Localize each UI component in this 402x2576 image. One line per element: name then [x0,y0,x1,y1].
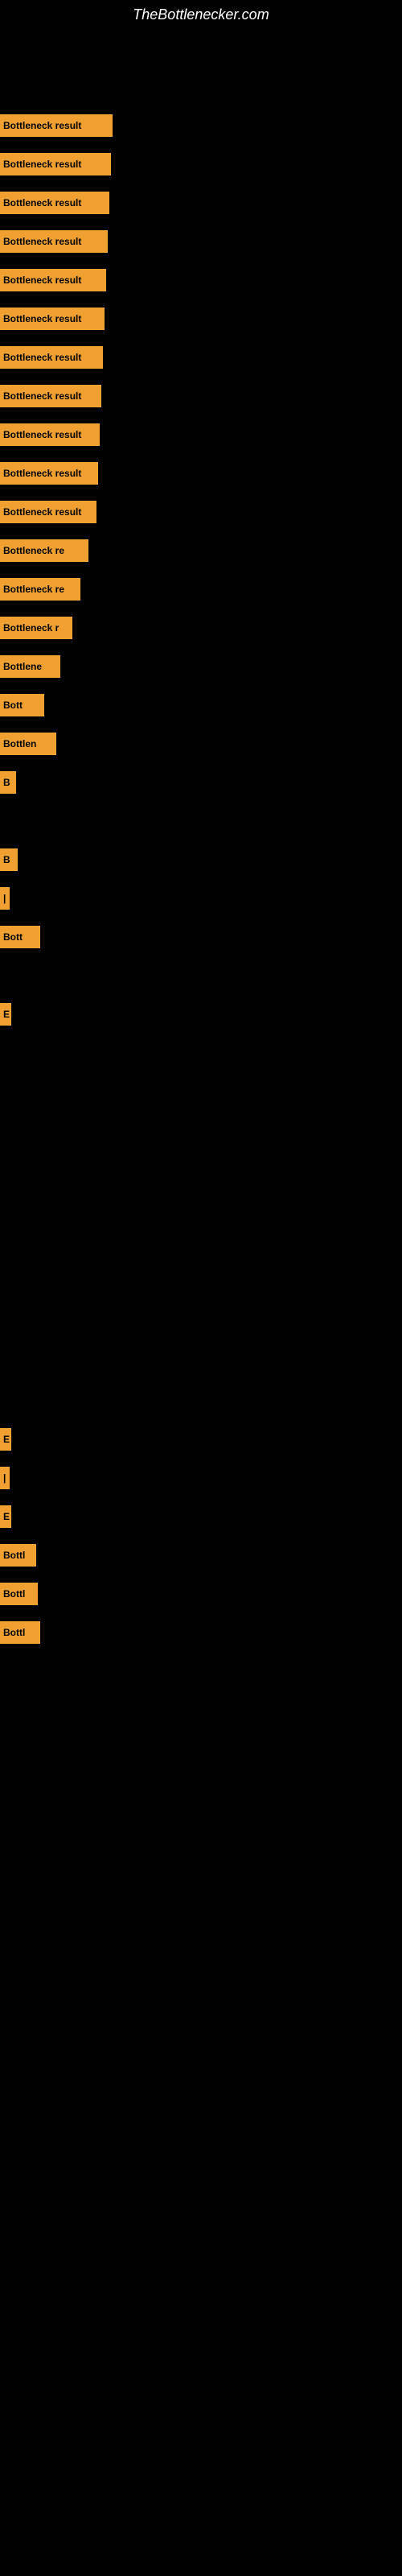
bottleneck-label: | [3,1472,6,1484]
bottleneck-label: Bottleneck r [3,622,59,634]
bottleneck-bar: Bottleneck result [0,346,103,369]
bottleneck-label: Bottl [3,1588,25,1600]
bottleneck-bar: B [0,771,16,794]
bottleneck-label: E [3,1009,10,1020]
bottleneck-label: Bottleneck result [3,275,81,286]
bottleneck-bar: Bottleneck result [0,501,96,523]
bottleneck-label: Bottleneck result [3,159,81,170]
bottleneck-label: Bottleneck result [3,197,81,208]
bottleneck-bar: E [0,1505,11,1528]
bottleneck-label: Bottleneck re [3,545,64,556]
bottleneck-bar: Bottleneck result [0,423,100,446]
bottleneck-bar: Bottleneck result [0,192,109,214]
bottleneck-bar: Bott [0,694,44,716]
bottleneck-label: Bottlene [3,661,42,672]
bottleneck-label: Bottleneck result [3,313,81,324]
bottleneck-label: B [3,854,10,865]
bottleneck-label: Bottleneck result [3,429,81,440]
bottleneck-bar: Bottl [0,1544,36,1567]
bottleneck-label: Bottleneck result [3,120,81,131]
bottleneck-bar: Bottleneck r [0,617,72,639]
bottleneck-label: Bottleneck result [3,390,81,402]
bottleneck-bar: E [0,1428,11,1451]
bottleneck-label: Bottleneck result [3,352,81,363]
bottleneck-bar: | [0,1467,10,1489]
bottleneck-bar: Bottl [0,1621,40,1644]
bottleneck-bar: Bottleneck result [0,114,113,137]
bottleneck-label: Bottleneck result [3,236,81,247]
bottleneck-bar: Bottleneck result [0,462,98,485]
bottleneck-label: Bottleneck re [3,584,64,595]
bottleneck-bar: E [0,1003,11,1026]
bottleneck-bar: Bottl [0,1583,38,1605]
bottleneck-bar: Bottlen [0,733,56,755]
bottleneck-bar: Bottleneck result [0,385,101,407]
bottleneck-bar: Bottleneck re [0,578,80,601]
bottleneck-label: Bottleneck result [3,506,81,518]
bottleneck-bar: Bottleneck result [0,230,108,253]
bottleneck-label: E [3,1434,10,1445]
bottleneck-bar: Bott [0,926,40,948]
bottleneck-label: Bott [3,700,23,711]
bottleneck-bar: Bottleneck re [0,539,88,562]
bottleneck-bar: Bottlene [0,655,60,678]
bottleneck-bar: | [0,887,10,910]
bottleneck-label: Bottl [3,1550,25,1561]
bottleneck-label: E [3,1511,10,1522]
bottleneck-label: | [3,893,6,904]
site-title: TheBottlenecker.com [0,0,402,30]
bottleneck-bar: B [0,848,18,871]
bottleneck-label: Bottl [3,1627,25,1638]
bottleneck-label: Bottlen [3,738,36,749]
bottleneck-label: Bottleneck result [3,468,81,479]
bottleneck-bar: Bottleneck result [0,269,106,291]
bottleneck-label: B [3,777,10,788]
bottleneck-bar: Bottleneck result [0,153,111,175]
bottleneck-bar: Bottleneck result [0,308,105,330]
bottleneck-label: Bott [3,931,23,943]
